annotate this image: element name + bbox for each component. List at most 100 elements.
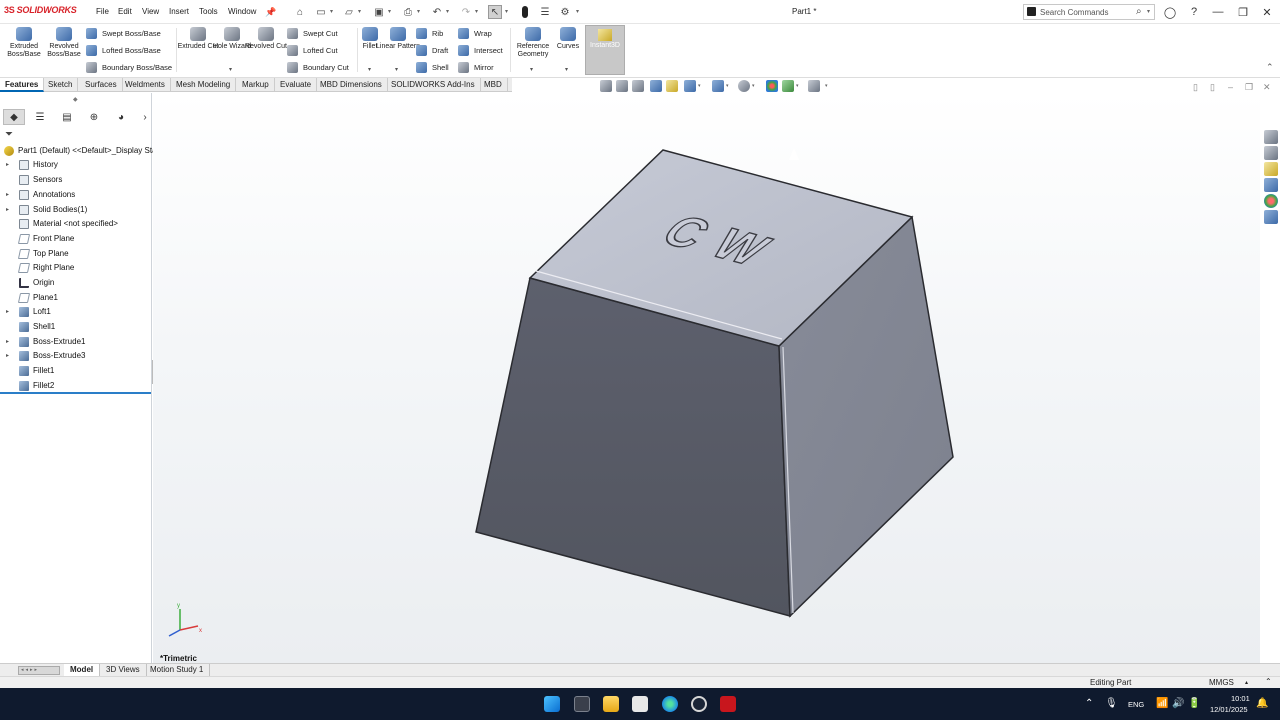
extruded-boss-button[interactable]: Extruded Boss/Base [2, 26, 46, 74]
display-style-dropdown-icon[interactable]: ▾ [726, 83, 729, 89]
wrap-button[interactable]: Wrap [458, 26, 492, 40]
home-icon[interactable]: ⌂ [293, 5, 307, 19]
apply-scene-icon[interactable] [782, 80, 794, 92]
print-icon[interactable]: ⎙ [401, 5, 415, 19]
tab-weldments[interactable]: Weldments [120, 78, 171, 92]
expand-arrow-icon[interactable]: ▸ [6, 188, 9, 202]
clock-date[interactable]: 12/01/2025 [1210, 705, 1248, 714]
viewport-minimize-icon[interactable]: – [1228, 82, 1233, 92]
edit-appearance-icon[interactable] [766, 80, 778, 92]
tab-features[interactable]: Features [0, 78, 45, 92]
redo-dropdown-icon[interactable]: ▾ [475, 8, 478, 15]
search-input[interactable]: Search Commands [1040, 8, 1108, 17]
tab-solidworks-add-ins[interactable]: SOLIDWORKS Add-Ins [386, 78, 481, 92]
configuration-manager-tab-icon[interactable]: ▤ [56, 109, 78, 125]
display-style-icon[interactable] [712, 80, 724, 92]
lofted-cut-button[interactable]: Lofted Cut [287, 43, 338, 57]
lofted-boss-button[interactable]: Lofted Boss/Base [86, 43, 161, 57]
linear-pattern-dropdown-icon[interactable]: ▾ [395, 66, 398, 73]
microphone-icon[interactable]: 🎙 [1105, 698, 1118, 709]
restore-icon[interactable]: ❐ [1234, 3, 1252, 21]
rib-button[interactable]: Rib [416, 26, 443, 40]
show-hidden-icons-icon[interactable]: ⌃ [1085, 698, 1093, 709]
chrome-style-app-icon[interactable] [691, 696, 707, 712]
menu-view[interactable]: View [142, 7, 159, 16]
options-gear-icon[interactable]: ⚙ [558, 5, 572, 19]
new-document-icon[interactable]: ▭ [314, 5, 328, 19]
tab-markup[interactable]: Markup [237, 78, 275, 92]
language-indicator[interactable]: ENG [1128, 700, 1144, 709]
tree-item-plane1[interactable]: Plane1 [0, 291, 150, 305]
viewport-tile-icon[interactable]: ▯ [1193, 82, 1198, 93]
swept-boss-button[interactable]: Swept Boss/Base [86, 26, 161, 40]
tree-item-shell1[interactable]: Shell1 [0, 320, 150, 334]
model-canvas[interactable]: CW y x [153, 93, 1260, 663]
zoom-to-area-icon[interactable] [616, 80, 628, 92]
options-dropdown-icon[interactable]: ▾ [576, 8, 579, 15]
file-explorer-icon[interactable] [1264, 162, 1278, 176]
status-expand-icon[interactable]: ⌃ [1265, 677, 1272, 686]
hide-show-dropdown-icon[interactable]: ▾ [752, 83, 755, 89]
store-icon[interactable] [632, 696, 648, 712]
revolved-boss-button[interactable]: Revolved Boss/Base [42, 26, 86, 74]
tree-root-part[interactable]: Part1 (Default) <<Default>_Display Sta [0, 144, 157, 158]
tree-item-top-plane[interactable]: Top Plane [0, 247, 150, 261]
open-icon[interactable]: ▱ [342, 5, 356, 19]
tab-surfaces[interactable]: Surfaces [80, 78, 123, 92]
view-orientation-dropdown-icon[interactable]: ▾ [698, 83, 701, 89]
view-settings-dropdown-icon[interactable]: ▾ [825, 83, 828, 89]
property-manager-tab-icon[interactable]: ☰ [29, 109, 51, 125]
tab-mbd-dimensions[interactable]: MBD Dimensions [315, 78, 388, 92]
minimize-icon[interactable]: — [1209, 3, 1227, 21]
user-account-icon[interactable]: ◯ [1161, 3, 1179, 21]
select-arrow-icon[interactable]: ↖ [488, 5, 502, 19]
pin-icon[interactable]: 📌 [264, 5, 278, 19]
open-dropdown-icon[interactable]: ▾ [358, 8, 361, 15]
select-dropdown-icon[interactable]: ▾ [505, 8, 508, 15]
undo-icon[interactable]: ↶ [430, 5, 444, 19]
undo-dropdown-icon[interactable]: ▾ [446, 8, 449, 15]
view-settings-icon[interactable] [808, 80, 820, 92]
viewport-restore-icon[interactable]: ❐ [1245, 82, 1253, 93]
viewport-close-icon[interactable]: ✕ [1263, 82, 1271, 93]
expand-arrow-icon[interactable]: ▸ [6, 158, 9, 172]
section-view-icon[interactable] [650, 80, 662, 92]
rebuild-icon[interactable] [518, 5, 532, 19]
save-dropdown-icon[interactable]: ▾ [388, 8, 391, 15]
menu-tools[interactable]: Tools [199, 7, 218, 16]
tree-item-fillet2[interactable]: Fillet2 [0, 379, 150, 393]
graphics-area[interactable]: CW y x [153, 93, 1260, 663]
volume-icon[interactable]: 🔊 [1172, 698, 1184, 709]
solidworks-resources-icon[interactable] [1264, 130, 1278, 144]
instant3d-button[interactable]: Instant3D [585, 25, 625, 75]
menu-file[interactable]: File [96, 7, 109, 16]
intersect-button[interactable]: Intersect [458, 43, 503, 57]
menu-edit[interactable]: Edit [118, 7, 132, 16]
panel-grip-icon[interactable]: ◆ [73, 96, 78, 103]
hole-wizard-dropdown-icon[interactable]: ▾ [229, 66, 232, 73]
units-selector[interactable]: MMGS [1209, 678, 1234, 687]
scene-dropdown-icon[interactable]: ▾ [796, 83, 799, 89]
tree-item-annotations[interactable]: ▸ Annotations [0, 188, 150, 202]
design-library-icon[interactable] [1264, 146, 1278, 160]
boundary-boss-button[interactable]: Boundary Boss/Base [86, 60, 172, 74]
print-dropdown-icon[interactable]: ▾ [417, 8, 420, 15]
help-icon[interactable]: ? [1185, 3, 1203, 21]
units-dropdown-icon[interactable]: ▴ [1245, 679, 1248, 686]
tree-item-solid-bodies[interactable]: ▸ Solid Bodies(1) [0, 203, 150, 217]
keycap-model[interactable]: CW [475, 149, 954, 618]
expand-arrow-icon[interactable]: ▸ [6, 349, 9, 363]
expand-arrow-icon[interactable]: ▸ [6, 335, 9, 349]
tree-item-boss-extrude1[interactable]: ▸ Boss-Extrude1 [0, 335, 150, 349]
file-properties-icon[interactable]: ☰ [538, 5, 552, 19]
appearances-icon[interactable] [1264, 194, 1278, 208]
display-manager-tab-icon[interactable]: ◕ [110, 109, 132, 125]
search-commands-box[interactable]: Search Commands ⌕ ▾ [1023, 4, 1155, 20]
new-dropdown-icon[interactable]: ▾ [330, 8, 333, 15]
mirror-button[interactable]: Mirror [458, 60, 494, 74]
clock-time[interactable]: 10:01 [1231, 694, 1250, 703]
tree-item-boss-extrude3[interactable]: ▸ Boss-Extrude3 [0, 349, 150, 363]
boundary-cut-button[interactable]: Boundary Cut [287, 60, 349, 74]
search-icon[interactable]: ⌕ [1136, 6, 1142, 17]
tree-item-front-plane[interactable]: Front Plane [0, 232, 150, 246]
